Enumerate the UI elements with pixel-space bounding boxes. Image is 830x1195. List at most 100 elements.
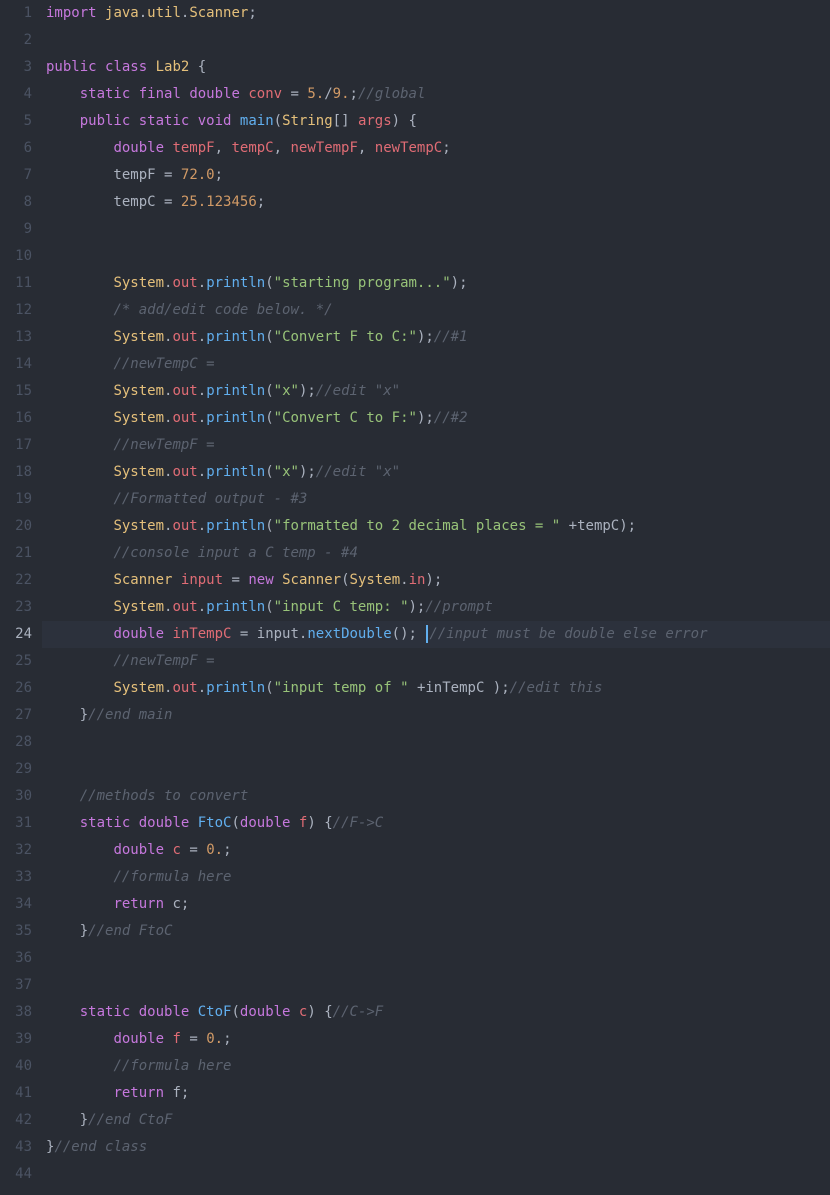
token-pln — [46, 572, 113, 588]
code-line[interactable]: System.out.println("Convert F to C:");//… — [42, 324, 830, 351]
code-line[interactable]: static double FtoC(double f) {//F->C — [42, 810, 830, 837]
code-line[interactable]: public class Lab2 { — [42, 54, 830, 81]
code-line[interactable]: //formula here — [42, 864, 830, 891]
code-line[interactable]: System.out.println("x");//edit "x" — [42, 378, 830, 405]
code-line[interactable]: System.out.println("input temp of " +inT… — [42, 675, 830, 702]
token-pln: ( — [265, 464, 273, 480]
code-line[interactable] — [42, 216, 830, 243]
code-line[interactable]: /* add/edit code below. */ — [42, 297, 830, 324]
code-line[interactable]: public static void main(String[] args) { — [42, 108, 830, 135]
code-line[interactable]: //console input a C temp - #4 — [42, 540, 830, 567]
code-area[interactable]: import java.util.Scanner; public class L… — [42, 0, 830, 1188]
token-pln — [231, 626, 239, 642]
code-line[interactable]: import java.util.Scanner; — [42, 0, 830, 27]
code-line[interactable]: return f; — [42, 1080, 830, 1107]
code-line[interactable]: //Formatted output - #3 — [42, 486, 830, 513]
code-line[interactable]: }//end FtoC — [42, 918, 830, 945]
line-number: 36 — [0, 945, 32, 972]
token-cmt: //#1 — [434, 329, 468, 345]
token-pln — [282, 86, 290, 102]
code-editor[interactable]: 1234567891011121314151617181920212223242… — [0, 0, 830, 1188]
token-klass: String — [282, 113, 333, 129]
token-pln: + — [569, 518, 577, 534]
code-line[interactable]: tempF = 72.0; — [42, 162, 830, 189]
code-line[interactable]: double tempF, tempC, newTempF, newTempC; — [42, 135, 830, 162]
code-line[interactable] — [42, 243, 830, 270]
token-kw: static — [139, 113, 190, 129]
code-line[interactable]: tempC = 25.123456; — [42, 189, 830, 216]
code-line[interactable]: System.out.println("starting program..."… — [42, 270, 830, 297]
code-line[interactable]: static double CtoF(double c) {//C->F — [42, 999, 830, 1026]
line-number: 31 — [0, 810, 32, 837]
line-number: 24 — [0, 621, 32, 648]
token-fn: println — [206, 383, 265, 399]
token-pln: . — [198, 275, 206, 291]
code-line[interactable]: Scanner input = new Scanner(System.in); — [42, 567, 830, 594]
token-pln — [172, 167, 180, 183]
token-fn: nextDouble — [307, 626, 391, 642]
line-number: 15 — [0, 378, 32, 405]
token-red: c — [172, 842, 180, 858]
code-line[interactable]: }//end class — [42, 1134, 830, 1161]
token-pln: . — [198, 518, 206, 534]
token-pln — [97, 5, 105, 21]
code-line[interactable]: System.out.println("input C temp: ");//p… — [42, 594, 830, 621]
code-line[interactable] — [42, 945, 830, 972]
code-line[interactable]: double inTempC = input.nextDouble(); //i… — [42, 621, 830, 648]
code-line[interactable]: //newTempF = — [42, 648, 830, 675]
token-pln — [46, 410, 113, 426]
token-red: f — [172, 1031, 180, 1047]
token-str: "input C temp: " — [274, 599, 409, 615]
token-pln: = — [189, 842, 197, 858]
token-kw: class — [105, 59, 147, 75]
token-cmt: //global — [358, 86, 425, 102]
token-pln — [172, 572, 180, 588]
token-pln — [46, 356, 113, 372]
token-pln: ( — [265, 275, 273, 291]
token-pln: . — [198, 599, 206, 615]
token-cmt: //Formatted output - #3 — [113, 491, 307, 507]
code-line[interactable]: //formula here — [42, 1053, 830, 1080]
line-number: 44 — [0, 1161, 32, 1188]
code-line[interactable]: return c; — [42, 891, 830, 918]
token-klass: System — [113, 275, 164, 291]
code-line[interactable]: System.out.println("Convert C to F:");//… — [42, 405, 830, 432]
code-line[interactable]: System.out.println("formatted to 2 decim… — [42, 513, 830, 540]
token-pln: (); — [392, 626, 426, 642]
code-line[interactable]: }//end main — [42, 702, 830, 729]
token-str: "x" — [274, 464, 299, 480]
line-number: 38 — [0, 999, 32, 1026]
token-red: input — [181, 572, 223, 588]
token-pln: ) { — [392, 113, 417, 129]
token-klass: System — [113, 410, 164, 426]
token-red: out — [172, 518, 197, 534]
code-line[interactable]: static final double conv = 5./9.;//globa… — [42, 81, 830, 108]
token-num: 0. — [206, 842, 223, 858]
code-line[interactable]: //newTempC = — [42, 351, 830, 378]
code-line[interactable]: System.out.println("x");//edit "x" — [42, 459, 830, 486]
token-kw: return — [113, 896, 164, 912]
code-line[interactable] — [42, 1161, 830, 1188]
line-number: 17 — [0, 432, 32, 459]
token-pln: ( — [341, 572, 349, 588]
code-line[interactable] — [42, 729, 830, 756]
token-red: out — [172, 329, 197, 345]
code-line[interactable] — [42, 756, 830, 783]
token-cmt: //newTempC = — [113, 356, 214, 372]
code-line[interactable]: double c = 0.; — [42, 837, 830, 864]
line-number: 28 — [0, 729, 32, 756]
token-pln: = — [291, 86, 299, 102]
token-red: out — [172, 680, 197, 696]
token-pln: . — [198, 329, 206, 345]
code-line[interactable]: //methods to convert — [42, 783, 830, 810]
code-line[interactable] — [42, 972, 830, 999]
code-line[interactable]: //newTempF = — [42, 432, 830, 459]
code-line[interactable]: }//end CtoF — [42, 1107, 830, 1134]
line-number: 11 — [0, 270, 32, 297]
line-number: 10 — [0, 243, 32, 270]
code-line[interactable]: double f = 0.; — [42, 1026, 830, 1053]
code-line[interactable] — [42, 27, 830, 54]
token-pln: tempC — [46, 194, 164, 210]
token-klass: util — [147, 5, 181, 21]
token-pln: tempF — [46, 167, 164, 183]
